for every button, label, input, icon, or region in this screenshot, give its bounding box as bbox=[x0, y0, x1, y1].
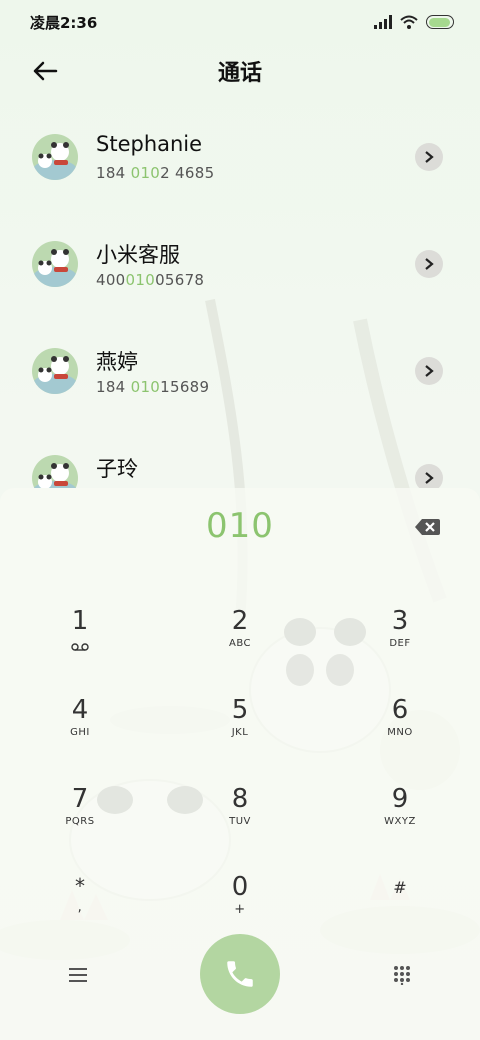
key-2[interactable]: 2 ABC bbox=[180, 606, 300, 686]
header: 通话 bbox=[0, 44, 480, 98]
avatar bbox=[32, 348, 78, 394]
key-digit: * bbox=[75, 874, 85, 898]
key-letters: JKL bbox=[231, 727, 249, 738]
key-digit: 5 bbox=[231, 695, 249, 725]
key-8[interactable]: 8 TUV bbox=[180, 784, 300, 864]
key-3[interactable]: 3 DEF bbox=[340, 606, 460, 686]
key-digit: # bbox=[393, 878, 407, 897]
chevron-right-icon bbox=[425, 151, 434, 163]
avatar bbox=[32, 241, 78, 287]
contact-number: 184 01015689 bbox=[96, 378, 210, 396]
key-digit: 2 bbox=[231, 606, 249, 636]
avatar bbox=[32, 134, 78, 180]
dialed-number: 010 bbox=[206, 506, 274, 546]
battery-icon bbox=[426, 15, 454, 29]
chevron-right-icon bbox=[425, 365, 434, 377]
call-button[interactable] bbox=[200, 934, 280, 1014]
key-letters: WXYZ bbox=[384, 816, 416, 827]
key-7[interactable]: 7 PQRS bbox=[20, 784, 140, 864]
contact-number: 40001005678 bbox=[96, 271, 205, 289]
hamburger-menu-icon bbox=[69, 968, 87, 982]
key-star[interactable]: * , bbox=[20, 874, 140, 954]
contact-row[interactable]: Stephanie 184 0102 4685 bbox=[0, 104, 480, 211]
collapse-dialpad-button[interactable] bbox=[387, 960, 417, 990]
chevron-right-icon bbox=[425, 472, 434, 484]
key-digit: 9 bbox=[391, 784, 409, 814]
contact-name: Stephanie bbox=[96, 132, 203, 156]
key-letters: TUV bbox=[229, 816, 251, 827]
voicemail-icon bbox=[71, 643, 89, 651]
key-1[interactable]: 1 bbox=[20, 606, 140, 686]
key-digit: 6 bbox=[391, 695, 409, 725]
status-icons bbox=[374, 15, 454, 29]
backspace-icon[interactable] bbox=[414, 518, 440, 536]
contact-row[interactable]: 小米客服 40001005678 bbox=[0, 211, 480, 318]
key-letters: + bbox=[234, 902, 246, 917]
arrow-left-icon bbox=[33, 61, 58, 81]
status-bar: 凌晨2:36 bbox=[0, 0, 480, 44]
key-6[interactable]: 6 MNO bbox=[340, 695, 460, 775]
contact-details-button[interactable] bbox=[415, 250, 443, 278]
contact-suggestion-list[interactable]: Stephanie 184 0102 4685 小米客服 40001005678 bbox=[0, 104, 480, 488]
contact-name: 子玲 bbox=[96, 457, 138, 481]
key-hash[interactable]: # bbox=[340, 878, 460, 958]
key-4[interactable]: 4 GHI bbox=[20, 695, 140, 775]
chevron-right-icon bbox=[425, 258, 434, 270]
phone-icon bbox=[227, 961, 253, 987]
contact-details-button[interactable] bbox=[415, 357, 443, 385]
menu-button[interactable] bbox=[63, 960, 93, 990]
contact-details-button[interactable] bbox=[415, 143, 443, 171]
contact-name: 小米客服 bbox=[96, 243, 180, 267]
battery-level bbox=[428, 17, 451, 27]
page-title: 通话 bbox=[217, 61, 262, 86]
contact-row[interactable]: 子玲 bbox=[0, 425, 480, 488]
contact-name: 燕婷 bbox=[96, 350, 138, 374]
contact-number: 184 0102 4685 bbox=[96, 164, 215, 182]
wifi-icon bbox=[400, 15, 418, 29]
key-letters: MNO bbox=[387, 727, 413, 738]
key-letters: ABC bbox=[228, 638, 251, 649]
key-digit: 1 bbox=[71, 606, 89, 636]
key-digit: 3 bbox=[391, 606, 409, 636]
key-5[interactable]: 5 JKL bbox=[180, 695, 300, 775]
key-9[interactable]: 9 WXYZ bbox=[340, 784, 460, 864]
key-digit: 4 bbox=[71, 695, 89, 725]
contact-row[interactable]: 燕婷 184 01015689 bbox=[0, 318, 480, 425]
dialpad-panel: 010 1 2 ABC 3 DEF 4 GHI 5 JKL 6 MNO 7 PQ… bbox=[0, 488, 480, 1040]
key-digit: 8 bbox=[231, 784, 249, 814]
back-button[interactable] bbox=[30, 56, 60, 86]
dialpad-grid-icon bbox=[394, 966, 410, 985]
key-letters: GHI bbox=[70, 727, 90, 738]
key-digit: 0 bbox=[231, 872, 249, 902]
contact-details-button[interactable] bbox=[415, 464, 443, 488]
signal-icon bbox=[374, 15, 392, 29]
key-digit: 7 bbox=[71, 784, 89, 814]
avatar bbox=[32, 455, 78, 488]
status-time: 凌晨2:36 bbox=[30, 13, 98, 32]
key-letters: , bbox=[77, 900, 83, 915]
key-letters: PQRS bbox=[65, 816, 95, 827]
key-letters: DEF bbox=[389, 638, 411, 649]
